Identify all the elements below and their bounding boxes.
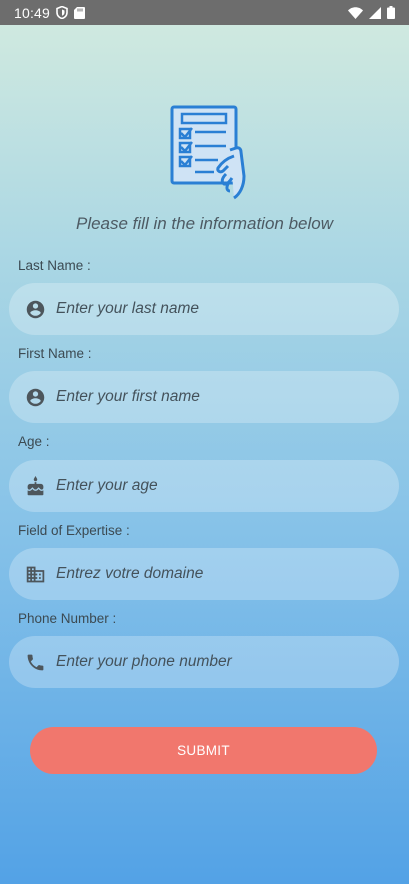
checklist-form-icon bbox=[168, 104, 252, 200]
battery-icon bbox=[387, 6, 395, 19]
submit-button[interactable]: SUBMIT bbox=[30, 727, 377, 774]
age-input[interactable]: Enter your age bbox=[9, 460, 399, 512]
last-name-input[interactable]: Enter your last name bbox=[9, 283, 399, 335]
account-circle-icon bbox=[24, 298, 46, 320]
form-screen: 10:49 Please fill in the information bel… bbox=[0, 0, 409, 884]
wifi-icon bbox=[348, 6, 363, 19]
expertise-input[interactable]: Entrez votre domaine bbox=[9, 548, 399, 600]
age-placeholder: Enter your age bbox=[56, 477, 158, 494]
account-circle-icon bbox=[24, 386, 46, 408]
shield-icon bbox=[56, 6, 68, 19]
expertise-placeholder: Entrez votre domaine bbox=[56, 565, 204, 582]
expertise-label: Field of Expertise : bbox=[18, 523, 130, 538]
phone-label: Phone Number : bbox=[18, 611, 117, 626]
status-time: 10:49 bbox=[14, 4, 51, 21]
building-icon bbox=[24, 563, 46, 585]
first-name-label: First Name : bbox=[18, 346, 92, 361]
first-name-placeholder: Enter your first name bbox=[56, 388, 200, 405]
phone-placeholder: Enter your phone number bbox=[56, 653, 232, 670]
sd-card-icon bbox=[74, 6, 86, 19]
cake-icon bbox=[24, 475, 46, 497]
signal-icon bbox=[369, 6, 381, 19]
submit-label: SUBMIT bbox=[177, 743, 230, 758]
age-label: Age : bbox=[18, 434, 50, 449]
first-name-input[interactable]: Enter your first name bbox=[9, 371, 399, 423]
form-subtitle: Please fill in the information below bbox=[75, 214, 334, 233]
status-bar: 10:49 bbox=[0, 0, 409, 25]
last-name-placeholder: Enter your last name bbox=[56, 300, 200, 317]
last-name-label: Last Name : bbox=[18, 258, 91, 273]
phone-icon bbox=[24, 651, 46, 673]
phone-input[interactable]: Enter your phone number bbox=[9, 636, 399, 688]
